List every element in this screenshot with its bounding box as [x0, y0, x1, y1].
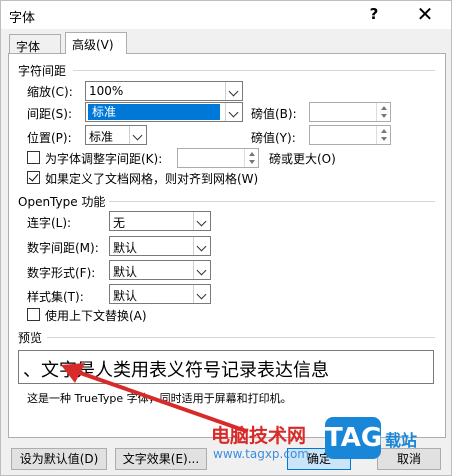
stylistic-combo[interactable]: 默认 — [109, 284, 211, 304]
contextual-checkbox[interactable] — [27, 308, 40, 321]
stylistic-label: 样式集(T): — [27, 290, 84, 304]
spin-down-icon[interactable] — [381, 114, 387, 118]
spin-up-icon[interactable] — [249, 152, 255, 156]
group-divider — [47, 337, 435, 338]
spacing-label: 间距(S): — [27, 107, 73, 121]
num-forms-label: 数字形式(F): — [27, 266, 96, 280]
chevron-down-icon[interactable] — [193, 212, 210, 230]
spacing-amount-label: 磅值(B): — [251, 107, 297, 121]
spin-down-icon[interactable] — [249, 160, 255, 164]
position-amount-spinner[interactable] — [309, 125, 391, 145]
chevron-down-icon[interactable] — [193, 285, 210, 303]
grid-label: 如果定义了文档网格，则对齐到网格(W) — [45, 172, 259, 186]
ligatures-combo[interactable]: 无 — [109, 211, 211, 231]
dialog-title: 字体 — [9, 11, 36, 26]
position-amount-label: 磅值(Y): — [251, 131, 296, 145]
position-value: 标准 — [89, 130, 114, 144]
preview-group-label: 预览 — [18, 331, 43, 345]
num-forms-value: 默认 — [113, 265, 138, 279]
watermark-badge: TAG — [325, 417, 382, 459]
kerning-label: 为字体调整字间距(K): — [45, 152, 163, 166]
num-spacing-value: 默认 — [113, 241, 138, 255]
cancel-button[interactable]: 取消 — [377, 448, 441, 470]
help-button[interactable]: ? — [367, 5, 381, 23]
tab-font[interactable]: 字体(N) — [9, 34, 61, 69]
text-effects-button[interactable]: 文字效果(E)... — [115, 448, 207, 470]
position-combo[interactable]: 标准 — [85, 125, 147, 145]
spinner-buttons[interactable] — [376, 126, 390, 144]
ligatures-value: 无 — [113, 216, 126, 230]
group-divider — [73, 70, 435, 71]
grid-checkbox[interactable] — [27, 171, 40, 184]
chevron-down-icon[interactable] — [193, 237, 210, 255]
title-bar: 字体 ? ✕ — [1, 1, 451, 29]
chevron-down-icon[interactable] — [225, 82, 242, 100]
kerning-suffix: 磅或更大(O) — [269, 152, 336, 166]
num-spacing-label: 数字间距(M): — [27, 241, 99, 255]
stylistic-value: 默认 — [113, 289, 138, 303]
spinner-buttons[interactable] — [244, 149, 258, 167]
scale-label: 缩放(C): — [27, 85, 73, 99]
watermark-site-name: 电脑技术网 — [211, 425, 307, 447]
opentype-group-label: OpenType 功能 — [18, 195, 106, 209]
spacing-amount-spinner[interactable] — [309, 102, 391, 122]
ligatures-label: 连字(L): — [27, 216, 72, 230]
num-spacing-combo[interactable]: 默认 — [109, 236, 211, 256]
num-forms-combo[interactable]: 默认 — [109, 260, 211, 280]
set-default-button[interactable]: 设为默认值(D) — [11, 448, 107, 470]
spin-up-icon[interactable] — [381, 106, 387, 110]
kerning-spinner[interactable] — [177, 148, 259, 168]
scale-value: 100% — [89, 84, 124, 98]
kerning-checkbox[interactable] — [27, 151, 40, 164]
spinner-buttons[interactable] — [376, 103, 390, 121]
tab-advanced[interactable]: 高级(V) — [65, 32, 127, 54]
chevron-down-icon[interactable] — [193, 261, 210, 279]
char-spacing-group-label: 字符间距 — [18, 64, 67, 78]
watermark-suffix: 载站 — [385, 431, 418, 450]
contextual-label: 使用上下文替换(A) — [45, 309, 147, 323]
spacing-value: 标准 — [88, 104, 220, 120]
position-label: 位置(P): — [27, 131, 72, 145]
spacing-combo[interactable]: 标准 — [85, 102, 243, 122]
chevron-down-icon[interactable] — [225, 103, 242, 121]
font-dialog: 字体 ? ✕ 字体(N) 高级(V) 字符间距 缩放(C): 100% 间距(S… — [0, 0, 452, 476]
chevron-down-icon[interactable] — [129, 126, 146, 144]
group-divider — [109, 201, 435, 202]
spin-up-icon[interactable] — [381, 129, 387, 133]
scale-combo[interactable]: 100% — [85, 81, 243, 101]
watermark-url: www.tagxp.com — [213, 447, 309, 461]
spin-down-icon[interactable] — [381, 137, 387, 141]
close-button[interactable]: ✕ — [415, 2, 435, 26]
